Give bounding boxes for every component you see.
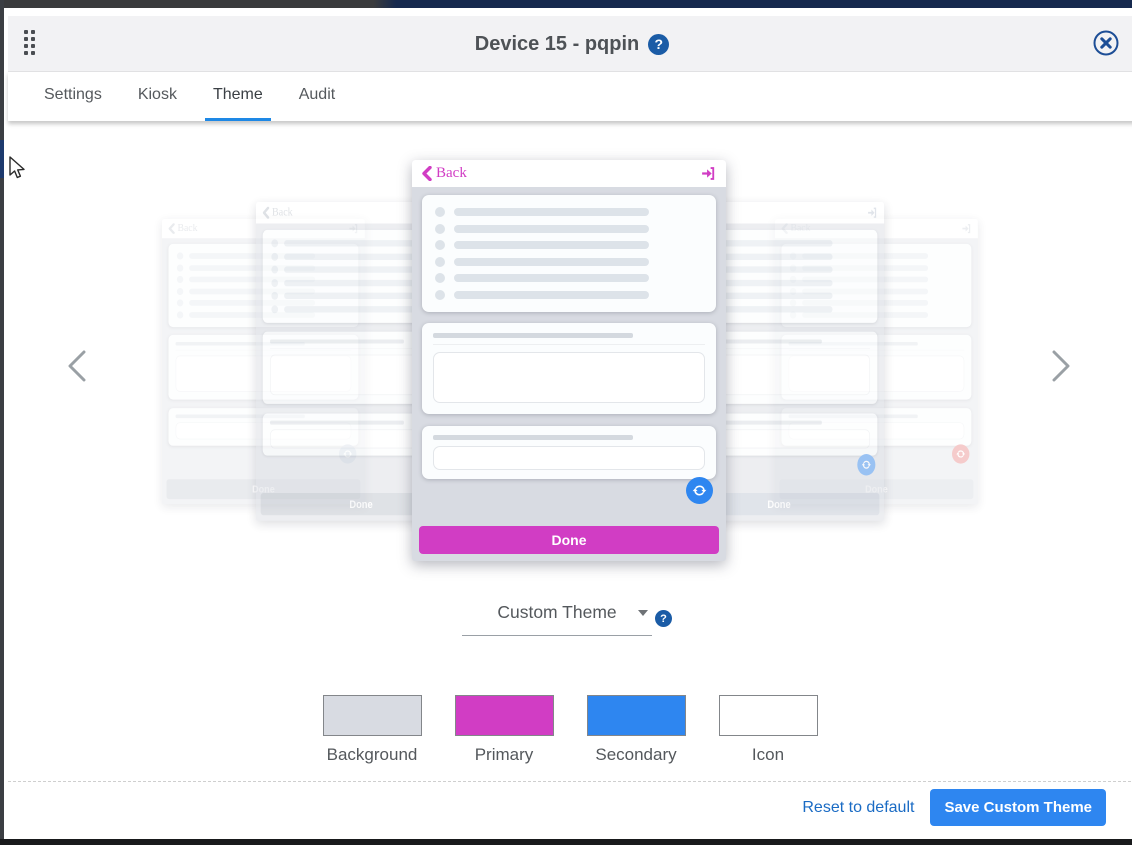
swatch-background-color[interactable]	[323, 695, 422, 736]
sign-in-icon	[700, 165, 717, 182]
mock-textarea-card	[422, 323, 716, 414]
refresh-icon	[857, 454, 875, 475]
phone-mockup: Back	[412, 160, 726, 561]
mock-back-label: Back	[178, 223, 198, 235]
page-title: Device 15 - pqpin	[475, 33, 640, 56]
swatch-secondary-color[interactable]	[587, 695, 686, 736]
swatch-secondary-label: Secondary	[595, 745, 676, 765]
swatch-primary-label: Primary	[475, 745, 534, 765]
mock-done-button: Done	[419, 526, 719, 554]
tab-theme[interactable]: Theme	[205, 72, 271, 121]
back-chevron-icon	[168, 223, 176, 234]
modal-footer: Reset to default Save Custom Theme	[8, 781, 1132, 833]
swatch-background-label: Background	[327, 745, 418, 765]
reset-to-default-link[interactable]: Reset to default	[802, 799, 914, 817]
device-theme-modal: Device 15 - pqpin ? Settings Kiosk Theme…	[4, 8, 1132, 839]
mock-back-label: Back	[272, 206, 293, 220]
save-custom-theme-button[interactable]: Save Custom Theme	[930, 789, 1106, 826]
swatch-background[interactable]: Background	[323, 695, 422, 765]
swatch-icon[interactable]: Icon	[719, 695, 818, 765]
back-chevron-icon	[262, 207, 270, 219]
theme-select-value: Custom Theme	[497, 602, 616, 622]
title-help-icon[interactable]: ?	[648, 34, 669, 55]
swatch-icon-color[interactable]	[719, 695, 818, 736]
theme-preview-active: Back	[412, 160, 726, 561]
mock-back-button: Back	[262, 206, 293, 220]
mouse-cursor	[8, 156, 29, 185]
theme-select[interactable]: Custom Theme	[462, 602, 652, 636]
swatch-primary[interactable]: Primary	[455, 695, 554, 765]
swatch-icon-label: Icon	[752, 745, 784, 765]
mock-screen	[412, 187, 726, 515]
page-bottom-strip	[0, 839, 1132, 845]
swatch-secondary[interactable]: Secondary	[587, 695, 686, 765]
swatch-row: Background Primary Secondary Icon	[4, 695, 1132, 765]
page-top-strip	[0, 0, 1132, 8]
mock-back-label: Back	[436, 165, 467, 182]
tab-bar: Settings Kiosk Theme Audit	[8, 72, 1132, 121]
mock-back-button: Back	[168, 223, 198, 235]
mock-input-card	[422, 426, 716, 479]
mock-navbar: Back	[412, 160, 726, 187]
mock-list-card	[422, 195, 716, 312]
tab-audit[interactable]: Audit	[291, 72, 343, 121]
tab-kiosk[interactable]: Kiosk	[130, 72, 185, 121]
close-icon[interactable]	[1092, 29, 1120, 57]
sign-in-icon	[867, 206, 878, 220]
back-chevron-icon	[421, 166, 433, 181]
refresh-icon	[686, 477, 713, 504]
caret-down-icon	[638, 610, 648, 616]
mock-back-button: Back	[421, 165, 467, 182]
modal-header: Device 15 - pqpin ?	[8, 16, 1132, 72]
swatch-primary-color[interactable]	[455, 695, 554, 736]
carousel-prev-icon[interactable]	[60, 346, 94, 386]
theme-select-help-icon[interactable]: ?	[655, 610, 672, 627]
tab-settings[interactable]: Settings	[36, 72, 110, 121]
